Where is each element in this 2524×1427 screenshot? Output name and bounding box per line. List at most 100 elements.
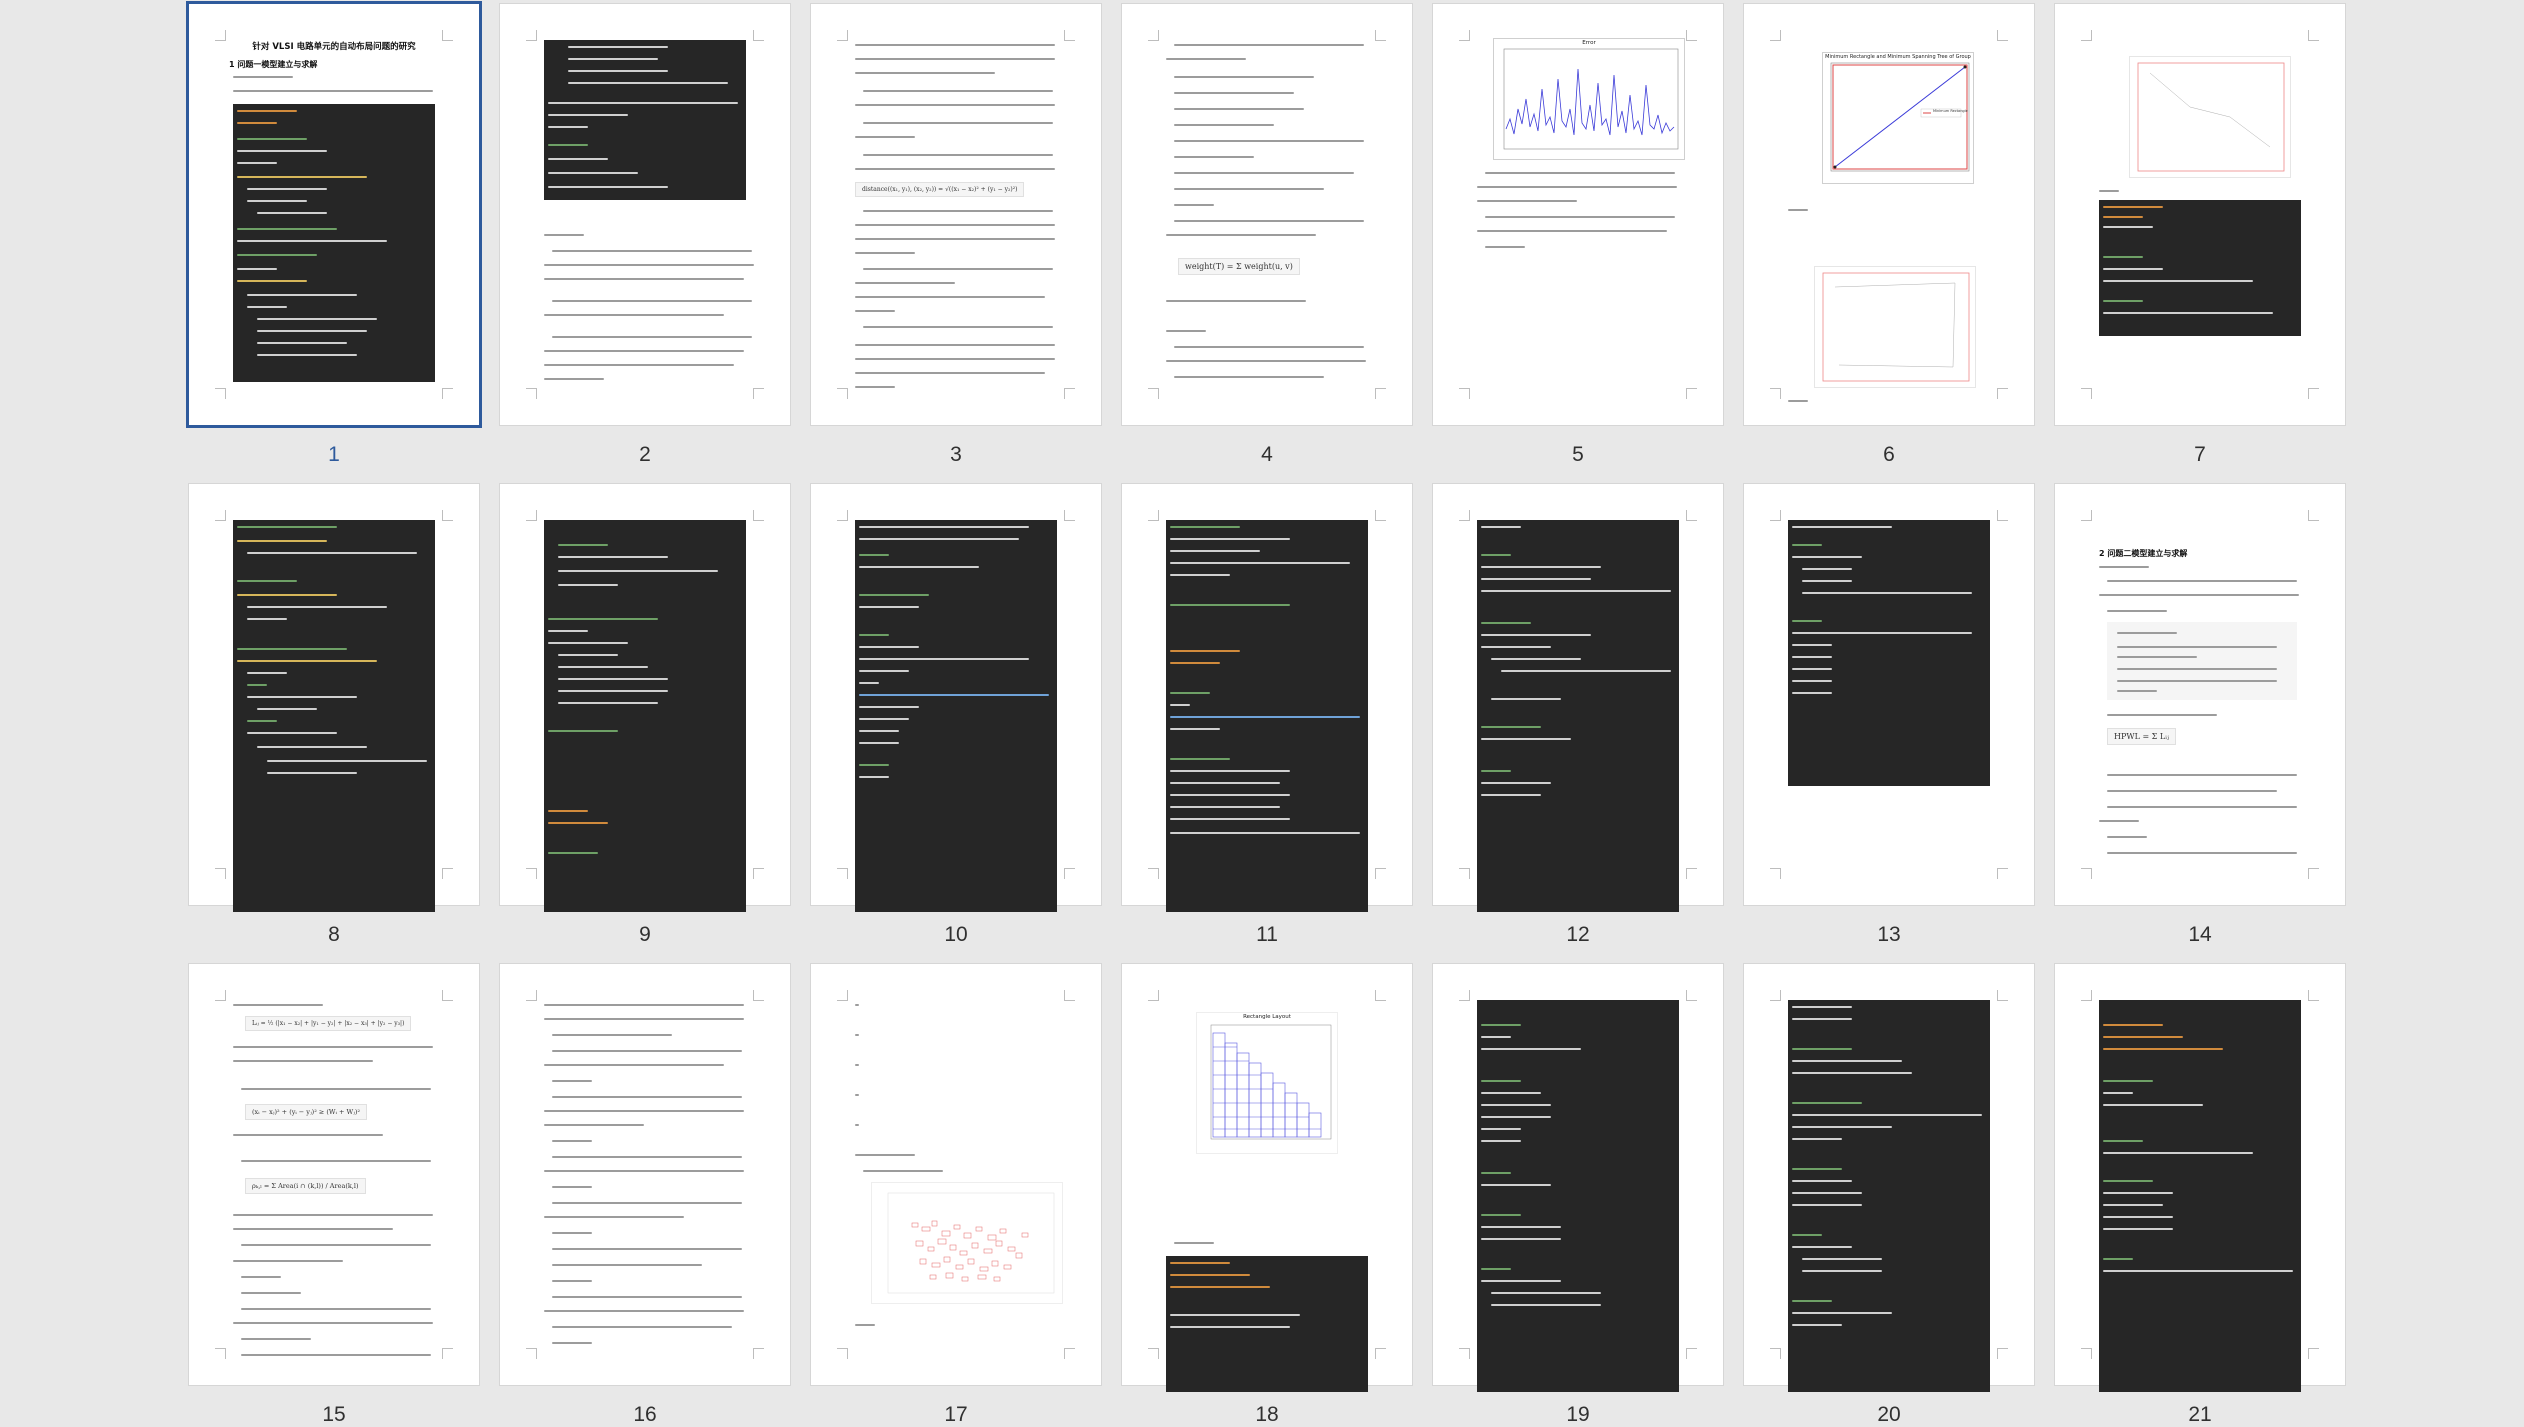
- margin-mark: [215, 990, 226, 1001]
- margin-mark: [1148, 990, 1159, 1001]
- margin-mark: [753, 510, 764, 521]
- code-block: [2099, 200, 2301, 336]
- margin-mark: [837, 388, 848, 399]
- page-number: 16: [633, 1403, 657, 1426]
- lij-formula: Lᵢⱼ = ½ (|x₁ − x₂| + |y₁ − y₂| + |x₂ − x…: [245, 1016, 412, 1031]
- page-thumbnail-1[interactable]: 针对 VLSI 电路单元的自动布局问题的研究 1 问题一模型建立与求解 1: [189, 4, 479, 466]
- margin-mark: [1686, 1348, 1697, 1359]
- page-thumbnail-14[interactable]: 2 问题二模型建立与求解 HPWL = Σ Lᵢⱼ 14: [2055, 484, 2345, 946]
- margin-mark: [1686, 388, 1697, 399]
- margin-mark: [1686, 510, 1697, 521]
- code-block: [233, 520, 435, 912]
- page-thumbnail-20[interactable]: 20: [1744, 964, 2034, 1426]
- margin-mark: [526, 868, 537, 879]
- page-thumbnail-13[interactable]: 13: [1744, 484, 2034, 946]
- code-block: [855, 520, 1057, 912]
- margin-mark: [753, 388, 764, 399]
- error-line-plot: [1503, 48, 1679, 150]
- page-thumbnail-5[interactable]: Error 5: [1433, 4, 1723, 466]
- margin-mark: [215, 510, 226, 521]
- code-block: [1166, 1256, 1368, 1392]
- section-heading: 1 问题一模型建立与求解: [229, 60, 318, 69]
- margin-mark: [2308, 388, 2319, 399]
- definition-list: [2107, 622, 2297, 700]
- margin-mark: [2081, 30, 2092, 41]
- margin-mark: [1770, 30, 1781, 41]
- page-number: 7: [2194, 443, 2206, 466]
- margin-mark: [1148, 388, 1159, 399]
- page-thumbnail-16[interactable]: 16: [500, 964, 790, 1426]
- margin-mark: [837, 868, 848, 879]
- page-thumbnail-12[interactable]: 12: [1433, 484, 1723, 946]
- margin-mark: [2081, 510, 2092, 521]
- margin-mark: [1148, 868, 1159, 879]
- page-thumbnail-10[interactable]: 10: [811, 484, 1101, 946]
- mst-plot: [1830, 62, 1970, 172]
- page-thumbnail-19[interactable]: 19: [1433, 964, 1723, 1426]
- page-thumbnail-6[interactable]: Minimum Rectangle and Minimum Spanning T…: [1744, 4, 2034, 466]
- page-number: 13: [1877, 923, 1901, 946]
- page-thumbnail-8[interactable]: 8: [189, 484, 479, 946]
- page-thumbnail-9[interactable]: 9: [500, 484, 790, 946]
- page-thumbnail-7[interactable]: 7: [2055, 4, 2345, 466]
- margin-mark: [1459, 388, 1470, 399]
- page-thumbnail-2[interactable]: 2: [500, 4, 790, 466]
- margin-mark: [442, 388, 453, 399]
- page-thumbnail-21[interactable]: 21: [2055, 964, 2345, 1426]
- margin-mark: [2081, 868, 2092, 879]
- code-block: [1477, 520, 1679, 912]
- margin-mark: [1459, 30, 1470, 41]
- margin-mark: [215, 868, 226, 879]
- page-thumbnail-17[interactable]: 17: [811, 964, 1101, 1426]
- page-number: 17: [944, 1403, 968, 1426]
- page-number: 1: [328, 443, 340, 466]
- margin-mark: [1997, 868, 2008, 879]
- margin-mark: [1686, 30, 1697, 41]
- margin-mark: [1064, 1348, 1075, 1359]
- margin-mark: [442, 990, 453, 1001]
- page-thumbnail-3[interactable]: distance((x₁, y₁), (x₂, y₂)) = √((x₁ − x…: [811, 4, 1101, 466]
- page-thumbnail-15[interactable]: Lᵢⱼ = ½ (|x₁ − x₂| + |y₁ − y₂| + |x₂ − x…: [189, 964, 479, 1426]
- margin-mark: [526, 1348, 537, 1359]
- margin-mark: [1459, 510, 1470, 521]
- page-number: 14: [2188, 923, 2212, 946]
- page-number: 20: [1877, 1403, 1901, 1426]
- margin-mark: [526, 510, 537, 521]
- code-block: [1788, 520, 1990, 786]
- margin-mark: [1997, 30, 2008, 41]
- margin-mark: [837, 990, 848, 1001]
- document-title: 针对 VLSI 电路单元的自动布局问题的研究: [252, 42, 416, 52]
- overlap-formula: (xᵢ − xⱼ)² + (yᵢ − yⱼ)² ≥ (Wᵢ + Wⱼ)²: [245, 1104, 368, 1120]
- page-thumbnail-11[interactable]: 11: [1122, 484, 1412, 946]
- margin-mark: [1997, 388, 2008, 399]
- margin-mark: [1770, 388, 1781, 399]
- page-number: 10: [944, 923, 968, 946]
- margin-mark: [753, 1348, 764, 1359]
- margin-mark: [1064, 30, 1075, 41]
- margin-mark: [442, 1348, 453, 1359]
- page-thumbnail-4[interactable]: weight(T) = Σ weight(u, v) 4: [1122, 4, 1412, 466]
- density-formula: ρₖ,ₗ = Σ Area(i ∩ (k,l)) / Area(k,l): [245, 1178, 366, 1194]
- page-number: 8: [328, 923, 340, 946]
- margin-mark: [526, 990, 537, 1001]
- hpwl-formula: HPWL = Σ Lᵢⱼ: [2107, 728, 2176, 745]
- page-number: 21: [2188, 1403, 2212, 1426]
- margin-mark: [1459, 868, 1470, 879]
- page-number: 19: [1566, 1403, 1590, 1426]
- rectangle-layout-chart: Rectangle Layout: [1196, 1012, 1338, 1154]
- page-thumbnail-18[interactable]: Rectangle Layout 18: [1122, 964, 1412, 1426]
- margin-mark: [1686, 868, 1697, 879]
- code-block: [233, 104, 435, 382]
- margin-mark: [526, 388, 537, 399]
- page-number: 4: [1261, 443, 1273, 466]
- margin-mark: [1770, 990, 1781, 1001]
- code-block: [544, 40, 746, 200]
- margin-mark: [837, 510, 848, 521]
- margin-mark: [2081, 1348, 2092, 1359]
- margin-mark: [1375, 990, 1386, 1001]
- margin-mark: [837, 30, 848, 41]
- margin-mark: [215, 388, 226, 399]
- margin-mark: [1375, 868, 1386, 879]
- second-figure: [1814, 266, 1976, 388]
- weight-formula: weight(T) = Σ weight(u, v): [1178, 258, 1300, 275]
